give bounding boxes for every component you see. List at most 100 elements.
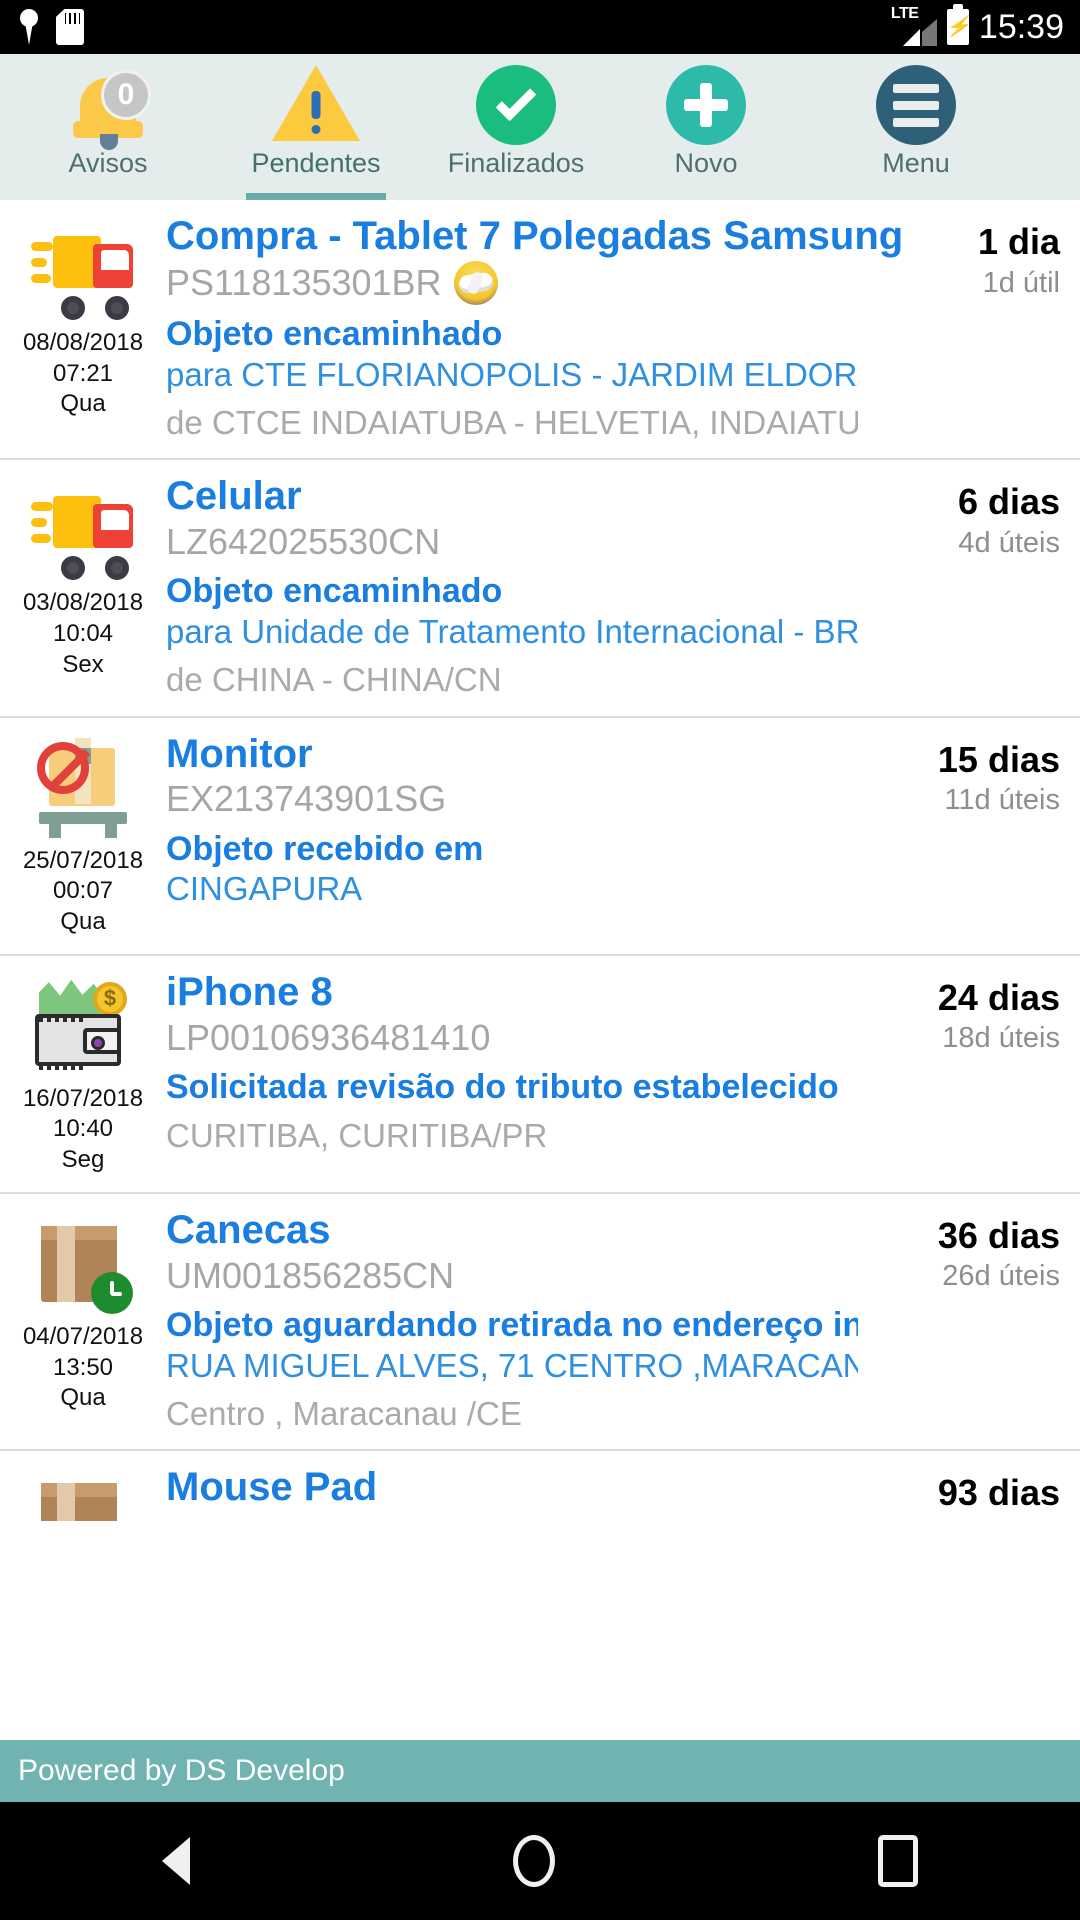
item-time: 10:04 — [52, 619, 114, 647]
item-days: 6 dias — [957, 481, 1060, 523]
item-left-column — [0, 1465, 166, 1522]
list-item[interactable]: 04/07/2018 13:50 Qua Canecas UM001856285… — [0, 1194, 1080, 1452]
item-origin: Centro , Maracanau /CE — [166, 1395, 522, 1433]
hamburger-menu-icon — [876, 65, 956, 145]
item-time: 07:21 — [52, 359, 114, 387]
item-main-column: Canecas UM001856285CN Objeto aguardando … — [166, 1208, 870, 1433]
item-datetime: 16/07/2018 10:40 Seg — [23, 1084, 143, 1176]
list-item[interactable]: 08/08/2018 07:21 Qua Compra - Tablet 7 P… — [0, 200, 1080, 461]
item-title[interactable]: iPhone 8 — [166, 970, 333, 1015]
item-title[interactable]: Monitor — [166, 732, 313, 777]
battery-charging-icon: ⚡ — [945, 4, 970, 45]
item-main-column: Compra - Tablet 7 Polegadas Samsung PS11… — [166, 214, 903, 442]
tab-pendentes[interactable]: Pendentes — [216, 62, 416, 200]
item-detail: CINGAPURA — [166, 870, 363, 908]
item-tracking-code: LZ642025530CN — [166, 520, 441, 562]
active-tab-indicator — [246, 193, 386, 200]
item-datetime: 25/07/2018 00:07 Qua — [23, 846, 143, 938]
tab-label-novo: Novo — [674, 148, 738, 178]
item-right-column: 93 dias — [870, 1465, 1080, 1512]
item-date: 16/07/2018 — [22, 1084, 144, 1112]
top-tab-bar: 0 Avisos Pendentes Finalizados Novo Menu — [0, 54, 1080, 200]
item-date: 04/07/2018 — [22, 1322, 144, 1350]
box-icon — [31, 1469, 135, 1522]
item-days: 24 dias — [937, 976, 1060, 1018]
item-title[interactable]: Canecas — [166, 1208, 331, 1253]
item-business-days: 11d úteis — [944, 784, 1060, 817]
tab-label-avisos: Avisos — [68, 148, 148, 178]
item-left-column: 25/07/2018 00:07 Qua — [0, 732, 166, 938]
footer-bar: Powered by DS Develop — [0, 1740, 1080, 1802]
bell-icon-wrap: 0 — [67, 62, 151, 150]
item-status: Objeto aguardando retirada no endereço i… — [166, 1306, 858, 1345]
status-bar-left-icons — [16, 9, 84, 45]
recents-icon[interactable] — [878, 1835, 919, 1887]
back-icon[interactable] — [161, 1837, 190, 1885]
signal-icon: LTE — [891, 6, 937, 46]
item-weekday: Seg — [61, 1146, 105, 1174]
item-title[interactable]: Celular — [166, 474, 302, 519]
warning-triangle-icon — [272, 65, 360, 145]
item-status: Objeto encaminhado — [166, 572, 503, 611]
item-tracking-code: UM001856285CN — [166, 1254, 455, 1296]
box-clock-icon — [31, 1212, 135, 1316]
delivery-truck-icon — [31, 218, 135, 322]
check-circle-icon — [476, 65, 556, 145]
item-tracking-code: EX213743901SG — [166, 778, 447, 820]
item-status: Solicitada revisão do tributo estabeleci… — [166, 1067, 839, 1106]
item-right-column: 36 dias 26d úteis — [870, 1208, 1080, 1433]
item-days: 15 dias — [937, 738, 1060, 780]
tab-menu[interactable]: Menu — [796, 62, 1036, 200]
item-status: Objeto encaminhado — [166, 314, 503, 353]
item-left-column: 03/08/2018 10:04 Sex — [0, 474, 166, 699]
clock-label: 15:39 — [978, 7, 1064, 46]
footer-credit-label: Powered by DS Develop — [18, 1754, 345, 1787]
android-nav-bar — [0, 1802, 1080, 1920]
tab-label-menu: Menu — [882, 148, 950, 178]
plus-circle-icon-wrap — [666, 62, 746, 148]
list-item[interactable]: $ 16/07/2018 10:40 Seg iPhone 8 LP001069… — [0, 956, 1080, 1194]
tab-novo[interactable]: Novo — [616, 62, 796, 200]
item-right-column: 1 dia 1d útil — [870, 214, 1080, 442]
item-origin: de CHINA - CHINA/CN — [166, 661, 502, 699]
item-business-days: 1d útil — [982, 266, 1060, 299]
item-days: 36 dias — [937, 1214, 1060, 1256]
item-detail: para CTE FLORIANOPOLIS - JARDIM ELDORADO… — [166, 355, 858, 393]
item-title[interactable]: Compra - Tablet 7 Polegadas Samsung — [166, 214, 903, 259]
wallet-money-icon: $ — [31, 974, 135, 1078]
item-right-column: 15 dias 11d úteis — [870, 732, 1080, 938]
item-time: 13:50 — [52, 1353, 114, 1381]
item-days: 1 dia — [977, 221, 1060, 262]
item-origin: de CTCE INDAIATUBA - HELVETIA, INDAIATUB… — [166, 403, 858, 441]
list-item[interactable]: 03/08/2018 10:04 Sex Celular LZ642025530… — [0, 460, 1080, 718]
plus-circle-icon — [666, 65, 746, 145]
item-time: 00:07 — [52, 877, 114, 905]
item-main-column: Monitor EX213743901SG Objeto recebido em… — [166, 732, 870, 938]
status-bar-right-icons: LTE ⚡ 15:39 — [891, 4, 1064, 47]
hamburger-menu-icon-wrap — [876, 62, 956, 148]
list-item[interactable]: 25/07/2018 00:07 Qua Monitor EX213743901… — [0, 718, 1080, 956]
signal-bars-icon — [902, 19, 937, 46]
tab-label-pendentes: Pendentes — [251, 148, 381, 178]
item-right-column: 6 dias 4d úteis — [870, 474, 1080, 699]
item-left-column: 04/07/2018 13:50 Qua — [0, 1208, 166, 1433]
tab-finalizados[interactable]: Finalizados — [416, 62, 616, 200]
item-right-column: 24 dias 18d úteis — [870, 970, 1080, 1176]
item-datetime: 03/08/2018 10:04 Sex — [23, 588, 143, 680]
item-status: Objeto recebido em — [166, 829, 484, 868]
tab-avisos[interactable]: 0 Avisos — [0, 62, 216, 200]
item-datetime: 04/07/2018 13:50 Qua — [23, 1322, 143, 1414]
status-bar: LTE ⚡ 15:39 — [0, 0, 1080, 54]
item-left-column: 08/08/2018 07:21 Qua — [0, 214, 166, 442]
item-weekday: Qua — [60, 390, 106, 418]
bell-icon: 0 — [67, 64, 151, 150]
avisos-badge-count: 0 — [101, 70, 151, 120]
item-weekday: Sex — [62, 650, 104, 678]
tracking-list[interactable]: 08/08/2018 07:21 Qua Compra - Tablet 7 P… — [0, 200, 1080, 1740]
tab-label-finalizados: Finalizados — [447, 148, 585, 178]
list-item[interactable]: Mouse Pad 93 dias — [0, 1451, 1080, 1522]
item-weekday: Qua — [60, 907, 106, 935]
home-icon[interactable] — [512, 1835, 555, 1887]
item-date: 03/08/2018 — [22, 589, 144, 617]
item-title[interactable]: Mouse Pad — [166, 1465, 377, 1510]
